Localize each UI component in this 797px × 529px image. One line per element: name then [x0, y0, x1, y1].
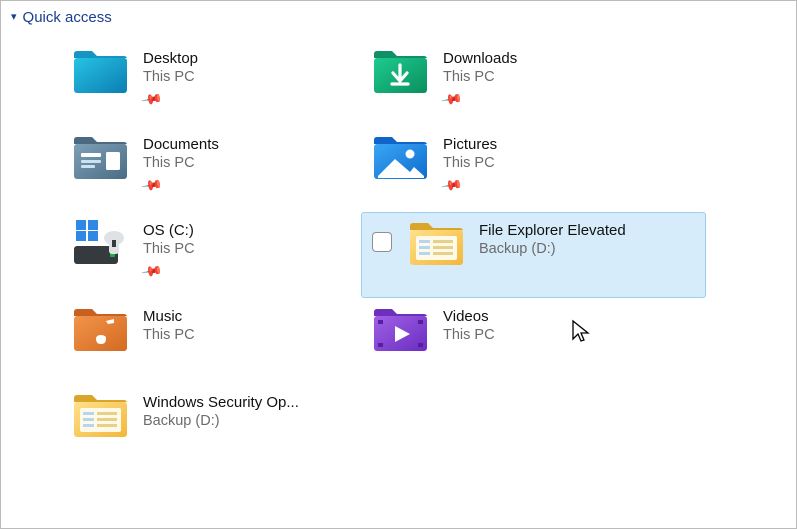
quick-access-item-documents[interactable]: Documents This PC 📌	[61, 126, 361, 212]
item-title: Music	[143, 308, 195, 325]
pin-icon: 📌	[140, 260, 164, 284]
drive-os-icon	[69, 218, 133, 268]
quick-access-item-os-c[interactable]: OS (C:) This PC 📌	[61, 212, 361, 298]
item-location: This PC	[443, 69, 517, 85]
item-title: Pictures	[443, 136, 497, 153]
chevron-down-icon: ▾	[11, 12, 17, 23]
pin-icon: 📌	[440, 174, 464, 198]
item-location: Backup (D:)	[479, 241, 626, 257]
pin-icon: 📌	[440, 88, 464, 112]
item-location: Backup (D:)	[143, 413, 299, 429]
quick-access-item-music[interactable]: Music This PC	[61, 298, 361, 384]
item-title: Documents	[143, 136, 219, 153]
quick-access-item-downloads[interactable]: Downloads This PC 📌	[361, 40, 706, 126]
item-title: Desktop	[143, 50, 198, 67]
quick-access-item-file-explorer-elevated[interactable]: File Explorer Elevated Backup (D:)	[361, 212, 706, 298]
videos-folder-icon	[369, 304, 433, 354]
selection-checkbox[interactable]	[372, 232, 392, 252]
quick-access-item-pictures[interactable]: Pictures This PC 📌	[361, 126, 706, 212]
item-location: This PC	[143, 241, 195, 257]
item-location: This PC	[443, 155, 497, 171]
section-title: Quick access	[23, 9, 112, 26]
item-title: OS (C:)	[143, 222, 195, 239]
item-location: This PC	[143, 69, 198, 85]
pictures-folder-icon	[369, 132, 433, 182]
item-title: Videos	[443, 308, 495, 325]
folder-icon	[405, 218, 469, 268]
item-location: This PC	[443, 327, 495, 343]
folder-icon	[69, 390, 133, 440]
quick-access-item-videos[interactable]: Videos This PC	[361, 298, 706, 384]
quick-access-grid: Desktop This PC 📌 Downloads This PC 📌	[1, 30, 796, 470]
item-location: This PC	[143, 327, 195, 343]
item-title: File Explorer Elevated	[479, 222, 626, 239]
music-folder-icon	[69, 304, 133, 354]
quick-access-header[interactable]: ▾ Quick access	[1, 1, 796, 30]
item-location: This PC	[143, 155, 219, 171]
quick-access-item-desktop[interactable]: Desktop This PC 📌	[61, 40, 361, 126]
downloads-folder-icon	[369, 46, 433, 96]
pin-icon: 📌	[140, 88, 164, 112]
item-title: Windows Security Op...	[143, 394, 299, 411]
quick-access-item-windows-security[interactable]: Windows Security Op... Backup (D:)	[61, 384, 361, 470]
item-title: Downloads	[443, 50, 517, 67]
desktop-folder-icon	[69, 46, 133, 96]
pin-icon: 📌	[140, 174, 164, 198]
documents-folder-icon	[69, 132, 133, 182]
